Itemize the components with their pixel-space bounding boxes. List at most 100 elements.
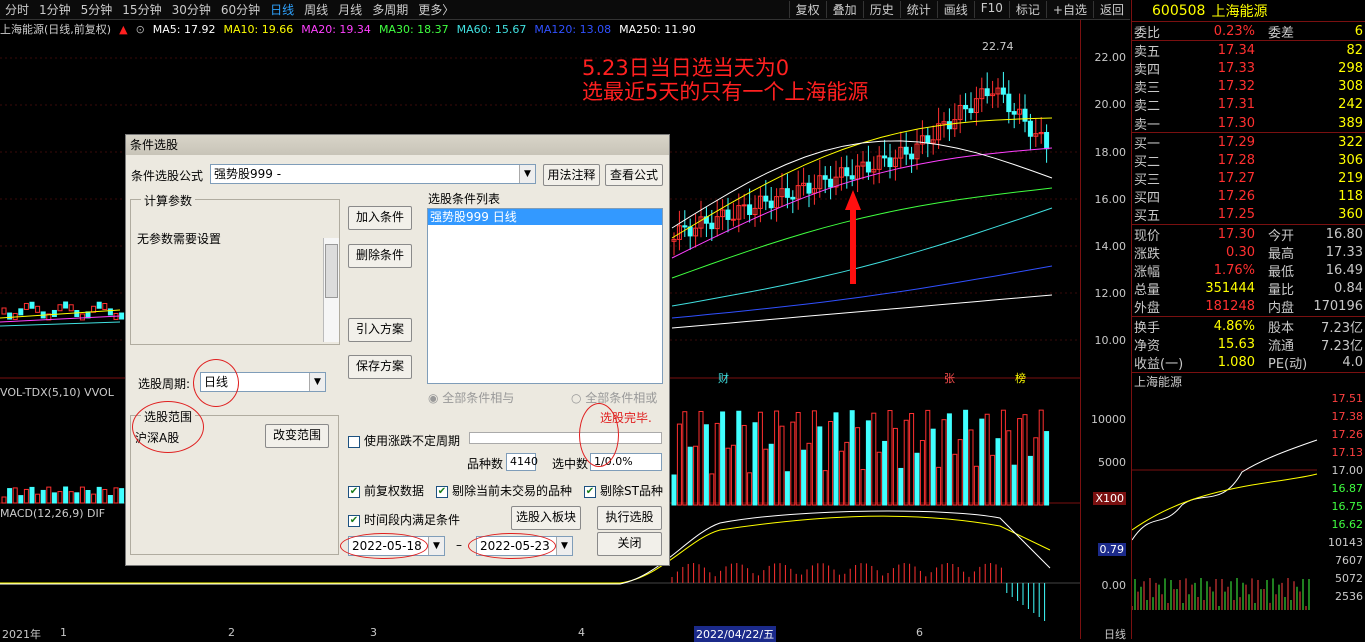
add-to-block-button[interactable]: 选股入板块: [511, 506, 581, 530]
params-scrollbar[interactable]: [323, 238, 339, 342]
volume-bar: [822, 470, 828, 506]
execute-select-button[interactable]: 执行选股: [597, 506, 662, 530]
ask-levels: 卖五 17.34 82 卖四 17.33 298 卖三 17.32 308 卖二 17.31 242 卖…: [1132, 41, 1365, 133]
add-condition-button[interactable]: 加入条件: [348, 206, 412, 230]
period-tab[interactable]: 1分钟: [34, 1, 76, 18]
volume-bar: [725, 447, 731, 506]
change-range-button[interactable]: 改变范围: [265, 424, 329, 448]
level-label: 卖一: [1134, 117, 1161, 133]
volume-bar: [102, 488, 108, 504]
period-tab[interactable]: 30分钟: [167, 1, 216, 18]
chevron-down-icon[interactable]: ▼: [428, 537, 444, 555]
ma-line: [671, 147, 1053, 259]
formula-select[interactable]: 强势股999 - ▼: [210, 164, 536, 184]
candle-body: [1027, 120, 1033, 137]
macd-current-value: 0.79: [1097, 543, 1126, 556]
usage-notes-button[interactable]: 用法注释: [543, 164, 600, 186]
toolbar-button[interactable]: 叠加: [825, 1, 863, 18]
macd-tick: 0.00: [1101, 579, 1127, 592]
scrollbar-thumb[interactable]: [325, 244, 338, 298]
ma-line: [671, 294, 1053, 329]
level-volume: 242: [1338, 97, 1363, 113]
period-select[interactable]: 日线 ▼: [200, 372, 326, 392]
candle-body: [747, 204, 753, 216]
range-value: 沪深A股: [135, 431, 180, 445]
volume-bar: [1033, 437, 1039, 506]
chevron-down-icon[interactable]: ▼: [519, 165, 535, 183]
date-from-field[interactable]: 2022-05-18 ▼: [348, 536, 445, 556]
chevron-down-icon[interactable]: ▼: [556, 537, 572, 555]
bid-row[interactable]: 买五 17.25 360: [1132, 206, 1365, 224]
dropdown-icon[interactable]: ⊙: [136, 23, 145, 36]
ask-row[interactable]: 卖一 17.30 389: [1132, 114, 1365, 133]
toolbar-button[interactable]: 历史: [862, 1, 900, 18]
close-button[interactable]: 关闭: [597, 532, 662, 556]
radio-or[interactable]: ○ 全部条件相或: [571, 389, 657, 406]
period-tab[interactable]: 周线: [299, 1, 333, 18]
red-arrow-head: [845, 190, 861, 210]
toolbar-button[interactable]: 画线: [936, 1, 974, 18]
period-tab[interactable]: 更多〉: [413, 1, 459, 18]
period-tab[interactable]: 日线: [265, 1, 299, 18]
date-to-field[interactable]: 2022-05-23 ▼: [476, 536, 573, 556]
toolbar-button[interactable]: 返回: [1092, 1, 1130, 18]
ask-row[interactable]: 卖四 17.33 298: [1132, 59, 1365, 78]
chevron-down-icon[interactable]: ▼: [309, 373, 325, 391]
fq-checkbox[interactable]: ✔ 前复权数据: [348, 482, 424, 499]
level-price: 17.25: [1217, 207, 1255, 223]
volume-bar: [703, 424, 709, 506]
condition-list[interactable]: 强势股999 日线: [427, 208, 663, 384]
ask-row[interactable]: 卖二 17.31 242: [1132, 96, 1365, 114]
bid-row[interactable]: 买四 17.26 118: [1132, 188, 1365, 206]
candle-body: [1, 307, 7, 315]
uncertain-period-checkbox[interactable]: 使用涨跌不定周期: [348, 432, 460, 449]
level-price: 17.27: [1217, 171, 1255, 187]
bid-row[interactable]: 买二 17.28 306: [1132, 151, 1365, 170]
period-tab[interactable]: 15分钟: [117, 1, 166, 18]
volume-bar: [1011, 464, 1017, 506]
weibi-value: 0.23%: [1213, 23, 1255, 39]
mini-axis-tick: 5072: [1335, 571, 1363, 585]
delete-condition-button[interactable]: 删除条件: [348, 244, 412, 268]
period-tab[interactable]: 分时: [0, 1, 34, 18]
toolbar-button[interactable]: +自选: [1045, 1, 1093, 18]
ma30-label: MA30: 18.37: [378, 22, 449, 36]
price-tick: 20.00: [1094, 98, 1127, 111]
condition-list-item[interactable]: 强势股999 日线: [428, 209, 662, 225]
candle-body: [1000, 87, 1006, 95]
period-tab[interactable]: 月线: [333, 1, 367, 18]
level-label: 买三: [1134, 173, 1161, 189]
save-scheme-button[interactable]: 保存方案: [348, 355, 412, 379]
period-tab[interactable]: 多周期: [367, 1, 413, 18]
period-indicator: 日线: [1104, 628, 1126, 641]
volume-bar: [119, 488, 125, 504]
volume-bar: [741, 424, 747, 506]
level-volume: 360: [1338, 207, 1363, 223]
level-label: 买二: [1134, 154, 1161, 170]
toolbar-button[interactable]: 复权: [788, 1, 826, 18]
toolbar-button[interactable]: F10: [973, 1, 1009, 18]
price-tick: 10.00: [1094, 334, 1127, 347]
level-price: 17.34: [1217, 42, 1255, 58]
ask-row[interactable]: 卖五 17.34 82: [1132, 41, 1365, 60]
toolbar-button[interactable]: 统计: [899, 1, 937, 18]
period-tab[interactable]: 5分钟: [76, 1, 118, 18]
bid-row[interactable]: 买一 17.29 322: [1132, 133, 1365, 152]
intraday-mini-chart[interactable]: 17.51 17.38 17.26 17.13 17.00 16.87 16.75 16.62…: [1132, 390, 1365, 610]
period-tab[interactable]: 60分钟: [216, 1, 265, 18]
ask-row[interactable]: 卖三 17.32 308: [1132, 78, 1365, 96]
exclude-untraded-checkbox[interactable]: ✔ 剔除当前未交易的品种: [436, 482, 572, 499]
exclude-st-checkbox[interactable]: ✔ 剔除ST品种: [584, 482, 663, 499]
bid-row[interactable]: 买三 17.27 219: [1132, 170, 1365, 188]
time-range-checkbox[interactable]: ✔ 时间段内满足条件: [348, 511, 460, 528]
mini-axis-tick: 10143: [1328, 535, 1363, 549]
candle-body: [29, 301, 35, 309]
radio-and[interactable]: ◉ 全部条件相与: [428, 389, 514, 406]
volume-bar: [838, 450, 844, 506]
view-formula-button[interactable]: 查看公式: [605, 164, 663, 186]
condition-select-dialog: 条件选股 条件选股公式 强势股999 - ▼ 用法注释 查看公式 计算参数 无参…: [125, 134, 670, 566]
volume-bar: [828, 420, 834, 506]
import-scheme-button[interactable]: 引入方案: [348, 318, 412, 342]
volume-bar: [784, 471, 790, 506]
toolbar-button[interactable]: 标记: [1008, 1, 1046, 18]
